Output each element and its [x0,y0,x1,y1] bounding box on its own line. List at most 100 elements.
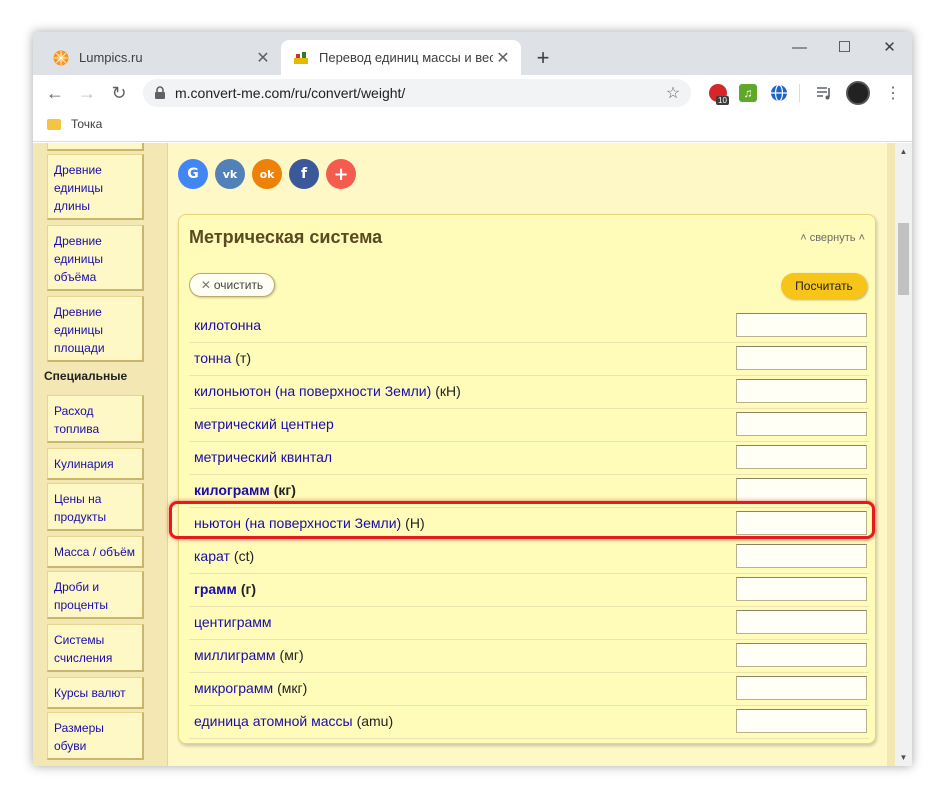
sidebar-item-food-prices[interactable]: Цены на продукты [47,483,144,531]
unit-symbol: (amu) [356,713,394,729]
page-scrollbar[interactable]: ▲ ▼ [895,143,912,766]
clear-button[interactable]: ✕ очистить [189,273,275,297]
unit-value-input[interactable] [736,313,867,337]
unit-symbol: (кг) [273,482,296,498]
unit-symbol: (мг) [279,647,304,663]
unit-link[interactable]: карат [194,548,230,564]
tab-lumpics[interactable]: Lumpics.ru ✕ [41,40,281,75]
browser-menu-icon[interactable]: ⋮ [879,79,907,107]
unit-value-input[interactable] [736,445,867,469]
unit-value-input[interactable] [736,577,867,601]
scroll-up-icon[interactable]: ▲ [895,143,912,160]
unit-link[interactable]: тонна [194,350,231,366]
media-queue-icon[interactable] [815,84,833,102]
panel-title: Метрическая система [189,227,383,247]
unit-value-input[interactable] [736,709,867,733]
music-extension-icon[interactable]: ♫ [739,84,757,102]
unit-label: карат (ct) [194,548,254,564]
profile-avatar[interactable] [846,81,870,105]
unit-label: грамм (г) [194,581,256,597]
unit-label: метрический квинтал [194,449,336,465]
unit-row: микрограмм (мкг) [189,673,869,706]
unit-link[interactable]: метрический квинтал [194,449,332,465]
unit-row: миллиграмм (мг) [189,640,869,673]
unit-label: центиграмм [194,614,276,630]
unit-label: миллиграмм (мг) [194,647,304,663]
unit-row: карат (ct) [189,541,869,574]
unit-row: метрический квинтал [189,442,869,475]
sidebar-item-partial[interactable] [47,143,144,151]
close-tab-icon[interactable]: ✕ [493,48,513,68]
sidebar-item-cooking[interactable]: Кулинария [47,448,144,480]
sidebar-item-numeral-systems[interactable]: Системы счисления [47,624,144,672]
unit-link[interactable]: грамм [194,581,237,597]
collapse-link[interactable]: ˄ свернуть ˄ [800,232,865,244]
bookmark-star-icon[interactable]: ☆ [661,83,685,103]
unit-link[interactable]: центиграмм [194,614,272,630]
sidebar-item-ancient-volume[interactable]: Древние единицы объёма [47,225,144,291]
unit-value-input[interactable] [736,676,867,700]
bookmarks-bar: Точка [33,111,912,142]
bookmark-label: Точка [71,117,103,131]
unit-link[interactable]: миллиграмм [194,647,276,663]
globe-vpn-icon[interactable] [770,84,788,102]
lumpics-favicon-icon [53,50,69,65]
close-tab-icon[interactable]: ✕ [253,48,273,68]
unit-symbol: (кН) [435,383,461,399]
unit-value-input[interactable] [736,610,867,634]
unit-link[interactable]: микрограмм [194,680,273,696]
unit-value-input[interactable] [736,643,867,667]
browser-window: Lumpics.ru ✕ Перевод единиц массы и веса… [33,32,912,766]
bookmark-folder-tochka[interactable]: Точка [47,117,102,131]
calculate-button[interactable]: Посчитать [781,273,867,299]
tab-title: Перевод единиц массы и веса [319,50,493,65]
minimize-button[interactable]: — [777,36,822,58]
facebook-share-icon[interactable]: f [289,159,319,189]
unit-value-input[interactable] [736,544,867,568]
chevron-up-icon: ˄ [855,232,865,244]
sidebar-item-mass-volume[interactable]: Масса / объём [47,536,144,568]
unit-row: грамм (г) [189,574,869,607]
unit-link[interactable]: единица атомной массы [194,713,353,729]
unit-label: микрограмм (мкг) [194,680,307,696]
unit-link[interactable]: метрический центнер [194,416,334,432]
unit-value-input[interactable] [736,412,867,436]
sidebar-item-currency[interactable]: Курсы валют [47,677,144,709]
close-window-button[interactable]: ✕ [867,36,912,58]
sidebar-item-fuel[interactable]: Расход топлива [47,395,144,443]
browser-toolbar: ← → ↻ m.convert-me.com/ru/convert/weight… [33,75,912,111]
unit-value-input[interactable] [736,478,867,502]
google-share-icon[interactable]: G [178,159,208,189]
kilogram-highlight-outline [169,501,875,539]
tab-title: Lumpics.ru [79,50,143,65]
sidebar-item-shoe-sizes[interactable]: Размеры обуви [47,712,144,760]
unit-value-input[interactable] [736,346,867,370]
unit-label: метрический центнер [194,416,338,432]
unit-row: метрический центнер [189,409,869,442]
new-tab-button[interactable]: + [531,45,555,70]
unit-link[interactable]: килограмм [194,482,270,498]
scroll-thumb[interactable] [898,223,909,295]
tab-convert-me[interactable]: Перевод единиц массы и веса ✕ [281,40,521,75]
sidebar-item-fractions[interactable]: Дроби и проценты [47,571,144,619]
reload-button[interactable]: ↻ [105,79,133,107]
more-share-icon[interactable]: + [326,159,356,189]
unit-link[interactable]: килоньютон (на поверхности Земли) [194,383,431,399]
vk-share-icon[interactable]: vk [215,159,245,189]
unit-label: килотонна [194,317,265,333]
unit-value-input[interactable] [736,379,867,403]
address-bar[interactable]: m.convert-me.com/ru/convert/weight/ ☆ [143,79,691,107]
scroll-down-icon[interactable]: ▼ [895,749,912,766]
sidebar-item-ancient-length[interactable]: Древние единицы длины [47,154,144,220]
back-button[interactable]: ← [41,79,69,107]
forward-button[interactable]: → [73,79,101,107]
toolbar-divider [799,84,800,102]
sidebar-item-ancient-area[interactable]: Древние единицы площади [47,296,144,362]
chevron-up-icon: ˄ [800,232,810,244]
unit-row: тонна (т) [189,343,869,376]
odnoklassniki-share-icon[interactable]: ok [252,159,282,189]
maximize-button[interactable]: ☐ [822,36,867,58]
unit-link[interactable]: килотонна [194,317,261,333]
unit-symbol: (мкг) [277,680,308,696]
page-viewport: Древние единицы длины Древние единицы об… [33,143,895,766]
